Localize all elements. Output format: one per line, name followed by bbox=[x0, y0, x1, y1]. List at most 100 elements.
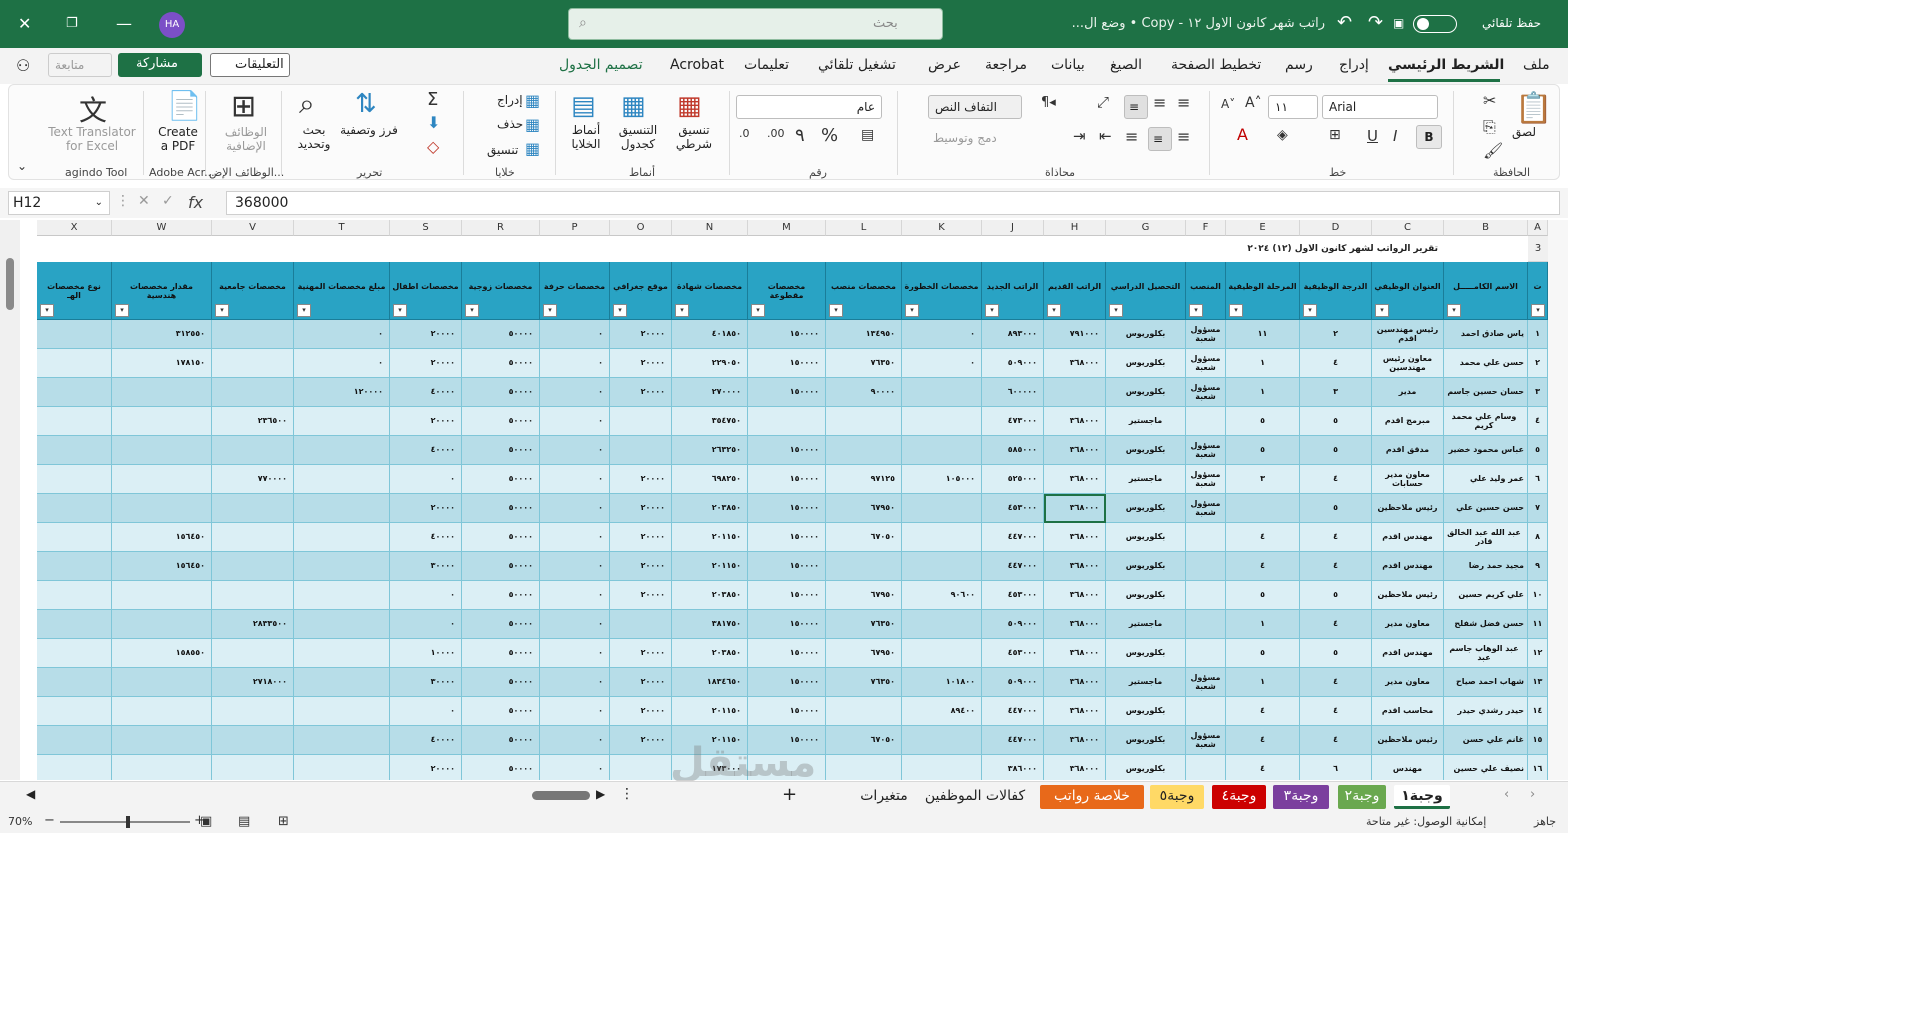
table-cell[interactable]: ماجستير bbox=[1106, 465, 1186, 494]
table-cell[interactable]: ١٠٥٠٠٠ bbox=[902, 465, 982, 494]
table-cell[interactable] bbox=[826, 755, 902, 780]
filter-dropdown-icon[interactable]: ▾ bbox=[1047, 304, 1061, 317]
table-cell[interactable]: ٠ bbox=[540, 726, 610, 755]
table-cell[interactable]: مجيد حمد رضا bbox=[1444, 552, 1528, 581]
table-cell[interactable] bbox=[1186, 755, 1226, 780]
table-cell[interactable]: ١٥٠٠٠٠ bbox=[748, 581, 826, 610]
table-cell[interactable]: ٨٩٣٠٠٠ bbox=[982, 320, 1044, 349]
table-cell[interactable]: ١ bbox=[1226, 610, 1300, 639]
table-cell[interactable]: ٣٥٤٧٥٠ bbox=[672, 407, 748, 436]
grid-view-icon[interactable]: ⊞ bbox=[278, 814, 289, 829]
sheet-tab[interactable]: وجبة١ bbox=[1394, 785, 1450, 809]
table-cell[interactable]: حسان حسين جاسم bbox=[1444, 378, 1528, 407]
table-cell[interactable]: ١٥٦٤٥٠ bbox=[112, 523, 212, 552]
table-cell[interactable]: مهندس اقدم bbox=[1372, 523, 1444, 552]
collapse-ribbon-icon[interactable]: ⌄ bbox=[17, 159, 27, 173]
table-cell[interactable]: ١ bbox=[1226, 349, 1300, 378]
table-cell[interactable]: ٢٠٠٠٠ bbox=[610, 494, 672, 523]
table-cell[interactable]: رئيس ملاحظين bbox=[1372, 494, 1444, 523]
find-select-label[interactable]: بحث وتحديد bbox=[289, 123, 339, 151]
sort-filter-label[interactable]: فرز وتصفية bbox=[339, 123, 399, 137]
row-header[interactable]: 3 bbox=[1528, 236, 1548, 262]
table-cell[interactable]: ٠ bbox=[540, 610, 610, 639]
table-cell[interactable] bbox=[294, 436, 390, 465]
table-cell[interactable] bbox=[294, 639, 390, 668]
table-cell[interactable]: ٥٠٠٠٠ bbox=[462, 610, 540, 639]
table-cell[interactable]: ٦٧٠٥٠ bbox=[826, 726, 902, 755]
delete-cells-icon[interactable]: ▦ bbox=[525, 115, 540, 134]
close-icon[interactable]: ✕ bbox=[18, 14, 31, 33]
table-cell[interactable] bbox=[112, 378, 212, 407]
align-top-icon[interactable]: ≡ bbox=[1177, 93, 1190, 112]
cell-styles-icon[interactable]: ▤ bbox=[571, 91, 596, 121]
table-cell[interactable]: ٥٠٠٠٠ bbox=[462, 320, 540, 349]
table-header-cell[interactable]: الدرجة الوظيفية ▾ bbox=[1300, 262, 1372, 320]
column-header[interactable]: N bbox=[672, 220, 748, 236]
table-cell[interactable] bbox=[112, 726, 212, 755]
table-cell[interactable]: ٣٦٨٠٠٠ bbox=[1044, 581, 1106, 610]
table-cell[interactable]: مهندس اقدم bbox=[1372, 552, 1444, 581]
table-cell[interactable]: ٤٤٧٠٠٠ bbox=[982, 697, 1044, 726]
table-cell[interactable]: بكلوريوس bbox=[1106, 697, 1186, 726]
table-cell[interactable] bbox=[37, 407, 112, 436]
table-cell[interactable]: ١٥٠٠٠٠ bbox=[748, 320, 826, 349]
underline-button[interactable]: U bbox=[1367, 127, 1378, 145]
follow-button[interactable]: متابعة bbox=[48, 53, 112, 77]
table-cell[interactable]: ٥ bbox=[1528, 436, 1548, 465]
table-cell[interactable] bbox=[37, 320, 112, 349]
table-cell[interactable] bbox=[1186, 639, 1226, 668]
column-header[interactable]: G bbox=[1106, 220, 1186, 236]
save-icon[interactable]: ▣ bbox=[1393, 16, 1404, 30]
column-header[interactable]: A bbox=[1528, 220, 1548, 236]
table-cell[interactable]: ٨ bbox=[1528, 523, 1548, 552]
table-cell[interactable]: مدقق اقدم bbox=[1372, 436, 1444, 465]
font-name-select[interactable]: Arial bbox=[1322, 95, 1438, 119]
table-cell[interactable] bbox=[902, 523, 982, 552]
table-header-cell[interactable]: موقع جغرافي ▾ bbox=[610, 262, 672, 320]
clear-icon[interactable]: ◇ bbox=[427, 137, 439, 156]
table-cell[interactable]: بكلوريوس bbox=[1106, 581, 1186, 610]
table-cell[interactable]: ٥٠٠٠٠ bbox=[462, 639, 540, 668]
sheet-tab[interactable]: وجبة٥ bbox=[1150, 785, 1204, 809]
align-center-button[interactable]: ≡ bbox=[1148, 127, 1172, 151]
filter-dropdown-icon[interactable]: ▾ bbox=[1229, 304, 1243, 317]
table-cell[interactable] bbox=[37, 465, 112, 494]
align-bottom-button[interactable]: ≡ bbox=[1124, 95, 1148, 119]
table-cell[interactable]: ياس صادق احمد bbox=[1444, 320, 1528, 349]
table-cell[interactable]: ١٣٤٩٥٠ bbox=[826, 320, 902, 349]
table-cell[interactable]: ٧٦٣٥٠ bbox=[826, 610, 902, 639]
table-cell[interactable] bbox=[37, 755, 112, 780]
table-cell[interactable]: ٢٠٠٠٠ bbox=[610, 349, 672, 378]
column-header[interactable]: P bbox=[540, 220, 610, 236]
wrap-text-button[interactable]: التفاف النص bbox=[928, 95, 1022, 119]
sheet-tab[interactable]: وجبة٢ bbox=[1338, 785, 1386, 809]
table-cell[interactable] bbox=[1044, 378, 1106, 407]
table-cell[interactable]: ٥ bbox=[1300, 436, 1372, 465]
table-cell[interactable]: ماجستير bbox=[1106, 407, 1186, 436]
grow-font-icon[interactable]: A˄ bbox=[1245, 95, 1262, 111]
table-cell[interactable]: حسن حسين علي bbox=[1444, 494, 1528, 523]
table-cell[interactable]: ٢٠٠٠٠ bbox=[610, 726, 672, 755]
table-cell[interactable]: ٦ bbox=[1300, 755, 1372, 780]
table-header-cell[interactable]: مخصصات جامعية ▾ bbox=[212, 262, 294, 320]
scroll-left-icon[interactable]: ◀ bbox=[26, 787, 35, 801]
table-cell[interactable]: ٤٤٧٠٠٠ bbox=[982, 552, 1044, 581]
table-cell[interactable]: مسؤول شعبة bbox=[1186, 320, 1226, 349]
borders-icon[interactable]: ⊞ bbox=[1329, 127, 1341, 143]
autosum-icon[interactable]: Σ bbox=[427, 89, 438, 110]
tab-prev-icon[interactable]: ‹ bbox=[1504, 787, 1509, 802]
table-cell[interactable]: ٣٦٨٠٠٠ bbox=[1044, 523, 1106, 552]
table-cell[interactable]: ٤ bbox=[1300, 610, 1372, 639]
column-header[interactable]: T bbox=[294, 220, 390, 236]
menu-review[interactable]: مراجعة bbox=[985, 57, 1027, 73]
column-header[interactable]: E bbox=[1226, 220, 1300, 236]
table-cell[interactable]: ١ bbox=[1226, 378, 1300, 407]
table-cell[interactable]: حيدر رشدي حيدر bbox=[1444, 697, 1528, 726]
menu-page-layout[interactable]: تخطيط الصفحة bbox=[1171, 57, 1261, 73]
table-cell[interactable]: ٤٧٣٠٠٠ bbox=[982, 407, 1044, 436]
spreadsheet-grid[interactable]: ABCDEFGHJKLMNOPRSTVWX3567891011121314151… bbox=[20, 220, 1548, 780]
table-header-cell[interactable]: الاسم الكامـــــل ▾ bbox=[1444, 262, 1528, 320]
table-cell[interactable]: ٤ bbox=[1300, 552, 1372, 581]
minimize-icon[interactable]: — bbox=[116, 14, 132, 33]
filter-dropdown-icon[interactable]: ▾ bbox=[985, 304, 999, 317]
